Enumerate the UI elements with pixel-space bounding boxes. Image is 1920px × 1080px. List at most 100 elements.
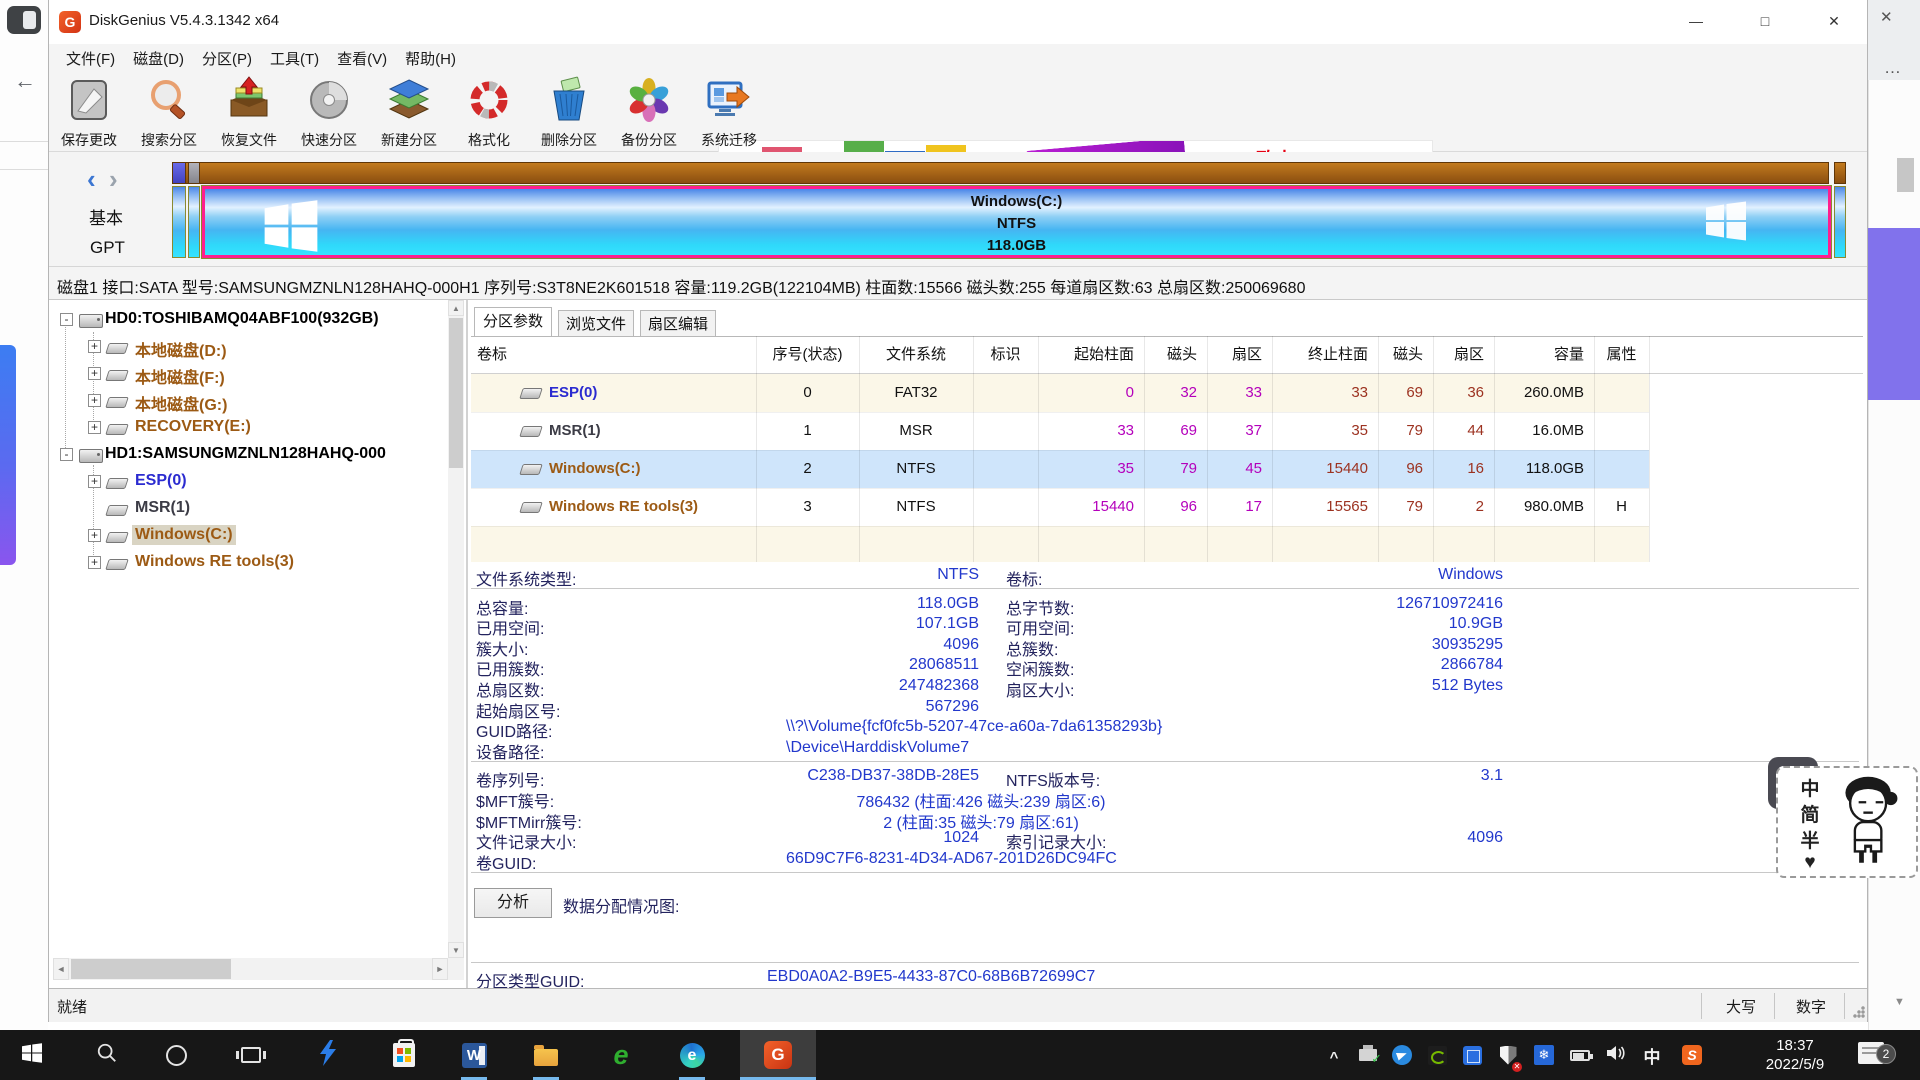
tray-printer-icon[interactable]: ✓ <box>1352 1030 1384 1080</box>
cell-r3c8: 79 <box>1378 488 1433 526</box>
toolbar-backup-button[interactable]: 备份分区 <box>609 74 689 150</box>
vscroll-thumb[interactable] <box>449 318 463 468</box>
tree-item-8[interactable]: +Windows(C:) <box>53 522 448 549</box>
tray-intel-icon[interactable] <box>1456 1030 1488 1080</box>
tree-item-1[interactable]: +本地磁盘(D:) <box>53 333 448 360</box>
scroll-down-icon[interactable]: ▼ <box>1894 996 1905 1008</box>
menu-item-0[interactable]: 文件(F) <box>57 44 124 73</box>
background-more-icon[interactable]: … <box>1884 58 1902 78</box>
toolbar-search-button[interactable]: 搜索分区 <box>129 74 209 150</box>
windows-c-partition-bar[interactable]: Windows(C:) NTFS 118.0GB <box>202 186 1831 258</box>
ime-status-panel[interactable]: 中简半♥ <box>1776 766 1918 878</box>
taskbar-ie-icon[interactable]: e <box>597 1030 645 1080</box>
analyze-button[interactable]: 分析 <box>474 888 552 918</box>
column-header-6[interactable]: 扇区 <box>1207 336 1272 374</box>
scroll-down-icon[interactable]: ▼ <box>448 942 464 958</box>
menu-item-5[interactable]: 帮助(H) <box>396 44 465 73</box>
close-button[interactable]: ✕ <box>1811 0 1857 43</box>
backup-icon <box>623 76 675 126</box>
menu-item-3[interactable]: 工具(T) <box>261 44 328 73</box>
toolbar-recover-button[interactable]: 恢复文件 <box>209 74 289 150</box>
taskbar-clock[interactable]: 18:37 2022/5/9 <box>1735 1036 1855 1074</box>
taskbar-start-icon[interactable] <box>8 1030 56 1080</box>
expand-toggle-icon[interactable]: - <box>60 313 73 326</box>
tree-item-4[interactable]: +RECOVERY(E:) <box>53 414 448 441</box>
column-header-7[interactable]: 终止柱面 <box>1272 336 1378 374</box>
tab-2[interactable]: 扇区编辑 <box>640 310 716 337</box>
minimize-button[interactable]: — <box>1673 0 1719 43</box>
tray-snowflake-icon[interactable]: ❄ <box>1528 1030 1560 1080</box>
taskbar-word-icon[interactable]: W <box>450 1030 498 1080</box>
toolbar-delete-button[interactable]: 删除分区 <box>529 74 609 150</box>
tray-ime-mode-icon[interactable]: 中 <box>1636 1030 1668 1080</box>
tray-chevron-up-icon[interactable]: ^ <box>1318 1030 1350 1080</box>
taskbar-diskgenius-icon[interactable]: G <box>740 1030 816 1080</box>
partition-icon <box>105 424 129 435</box>
tray-sogou-icon[interactable]: S <box>1676 1030 1708 1080</box>
column-header-3[interactable]: 标识 <box>973 336 1038 374</box>
expand-toggle-icon[interactable]: + <box>88 394 101 407</box>
toolbar-format-button[interactable]: 格式化 <box>449 74 529 150</box>
detail-row-8: 设备路径:\Device\HarddiskVolume7 <box>49 739 1868 759</box>
back-arrow-icon[interactable]: ← <box>14 68 36 94</box>
msr-partition-bar[interactable] <box>188 186 200 258</box>
tree-item-7[interactable]: MSR(1) <box>53 495 448 522</box>
column-header-2[interactable]: 文件系统 <box>859 336 973 374</box>
column-header-4[interactable]: 起始柱面 <box>1038 336 1144 374</box>
tree-item-3[interactable]: +本地磁盘(G:) <box>53 387 448 414</box>
detail-label: 卷标: <box>1006 566 1042 590</box>
tab-1[interactable]: 浏览文件 <box>558 310 634 337</box>
re-partition-bar[interactable] <box>1834 186 1846 258</box>
divider <box>1774 993 1775 1019</box>
taskbar-explorer-icon[interactable] <box>522 1030 570 1080</box>
expand-toggle-icon[interactable]: + <box>88 340 101 353</box>
column-header-1[interactable]: 序号(状态) <box>756 336 859 374</box>
tray-nvidia-icon[interactable] <box>1421 1030 1453 1080</box>
expand-toggle-icon[interactable]: + <box>88 367 101 380</box>
scroll-up-icon[interactable]: ▲ <box>448 300 464 316</box>
taskbar-search-icon[interactable] <box>83 1030 131 1080</box>
toolbar-migrate-button[interactable]: 系统迁移 <box>689 74 769 150</box>
background-close-icon[interactable]: ✕ <box>1880 8 1893 26</box>
menu-item-2[interactable]: 分区(P) <box>193 44 261 73</box>
tray-messenger-icon[interactable] <box>1386 1030 1418 1080</box>
toolbar-newpart-button[interactable]: 新建分区 <box>369 74 449 150</box>
resize-grip[interactable] <box>1853 1006 1865 1018</box>
tree-item-2[interactable]: +本地磁盘(F:) <box>53 360 448 387</box>
tree-item-6[interactable]: +ESP(0) <box>53 468 448 495</box>
taskbar-edge-icon[interactable]: e <box>668 1030 716 1080</box>
tree-item-0[interactable]: -HD0:TOSHIBAMQ04ABF100(932GB) <box>53 306 448 333</box>
tray-defender-icon[interactable]: ✕ <box>1492 1030 1524 1080</box>
taskbar-flash-icon[interactable] <box>304 1030 352 1080</box>
taskbar-cortana-icon[interactable] <box>152 1030 200 1080</box>
column-header-9[interactable]: 扇区 <box>1433 336 1494 374</box>
tray-volume-icon[interactable] <box>1600 1030 1632 1080</box>
expand-toggle-icon[interactable]: + <box>88 529 101 542</box>
column-header-5[interactable]: 磁头 <box>1144 336 1207 374</box>
expand-toggle-icon[interactable]: - <box>60 448 73 461</box>
tree-item-5[interactable]: -HD1:SAMSUNGMZNLN128HAHQ-000 <box>53 441 448 468</box>
next-disk-arrow-icon[interactable]: › <box>109 164 118 195</box>
menu-item-1[interactable]: 磁盘(D) <box>124 44 193 73</box>
expand-toggle-icon[interactable]: + <box>88 475 101 488</box>
partition-icon <box>105 532 129 543</box>
tray-battery-icon[interactable] <box>1564 1030 1596 1080</box>
column-header-8[interactable]: 磁头 <box>1378 336 1433 374</box>
taskbar-store-icon[interactable] <box>380 1030 428 1080</box>
toolbar-save-button[interactable]: 保存更改 <box>49 74 129 150</box>
maximize-button[interactable]: □ <box>1742 0 1788 43</box>
column-header-0[interactable]: 卷标 <box>471 336 756 374</box>
partition-icon <box>519 388 543 399</box>
tab-0[interactable]: 分区参数 <box>474 307 552 337</box>
esp-partition-bar[interactable] <box>172 186 186 258</box>
taskbar-taskview-icon[interactable] <box>227 1030 275 1080</box>
column-header-11[interactable]: 属性 <box>1594 336 1649 374</box>
row-volume-label: Windows RE tools(3) <box>549 488 698 526</box>
prev-disk-arrow-icon[interactable]: ‹ <box>87 164 96 195</box>
table-row-band <box>471 526 1649 562</box>
expand-toggle-icon[interactable]: + <box>88 421 101 434</box>
background-tab-icon[interactable] <box>7 6 41 34</box>
toolbar-quick-button[interactable]: 快速分区 <box>289 74 369 150</box>
menu-item-4[interactable]: 查看(V) <box>328 44 396 73</box>
column-header-10[interactable]: 容量 <box>1494 336 1594 374</box>
